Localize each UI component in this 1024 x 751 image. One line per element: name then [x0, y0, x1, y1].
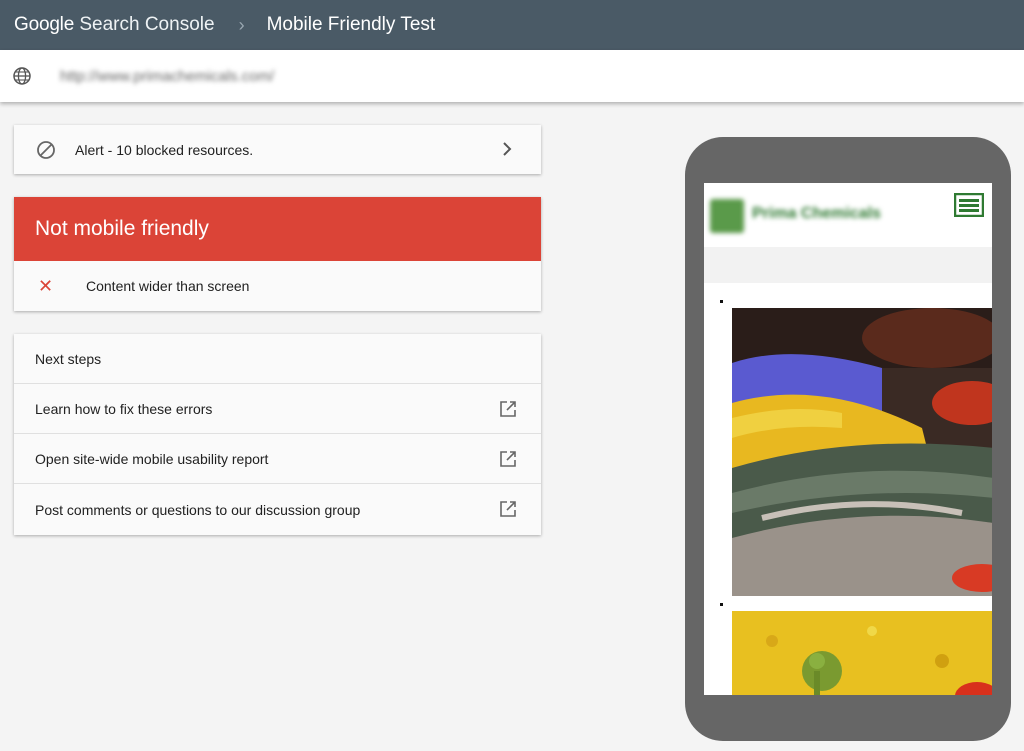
- product-photo-2: [732, 611, 992, 695]
- issue-text: Content wider than screen: [86, 278, 250, 294]
- tested-url: http://www.primachemicals.com/: [60, 67, 275, 85]
- mobile-site-header: Prima Chemicals: [704, 183, 992, 247]
- product-photo-1: [732, 308, 992, 596]
- next-step-discussion-group[interactable]: Post comments or questions to our discus…: [14, 484, 541, 535]
- blocked-icon: [37, 140, 55, 159]
- verdict-title: Not mobile friendly: [14, 197, 541, 261]
- list-bullet: [720, 300, 723, 303]
- mobile-nav-strip: [704, 247, 992, 283]
- site-logo-icon: [710, 199, 744, 233]
- globe-icon: [13, 67, 31, 85]
- next-step-label: Post comments or questions to our discus…: [35, 501, 361, 518]
- list-bullet: [720, 603, 723, 606]
- next-steps-card: Next steps Learn how to fix these errors…: [14, 334, 541, 535]
- hamburger-menu-icon: [954, 193, 984, 217]
- chevron-right-icon: [503, 142, 512, 156]
- phone-screen-preview[interactable]: Prima Chemicals: [704, 183, 992, 695]
- next-steps-heading: Next steps: [35, 350, 102, 367]
- alert-text: Alert - 10 blocked resources.: [75, 141, 254, 158]
- tested-url-bar[interactable]: http://www.primachemicals.com/: [0, 50, 1024, 102]
- brand-google: Google: [14, 14, 75, 35]
- next-step-label: Open site-wide mobile usability report: [35, 450, 269, 467]
- issue-row: ✕ Content wider than screen: [14, 261, 541, 311]
- next-step-usability-report[interactable]: Open site-wide mobile usability report: [14, 434, 541, 484]
- error-x-icon: ✕: [38, 275, 54, 296]
- brand-product: Search Console: [79, 14, 215, 35]
- verdict-card: Not mobile friendly ✕ Content wider than…: [14, 197, 541, 311]
- next-step-label: Learn how to fix these errors: [35, 400, 213, 417]
- page-title: Mobile Friendly Test: [266, 14, 436, 35]
- external-link-icon: [500, 451, 516, 467]
- breadcrumb-separator: ›: [238, 14, 245, 35]
- next-steps-title: Next steps: [14, 334, 541, 384]
- top-bar: Google Search Console › Mobile Friendly …: [0, 0, 1024, 50]
- external-link-icon: [500, 501, 516, 517]
- blocked-resources-alert[interactable]: Alert - 10 blocked resources.: [14, 125, 541, 174]
- next-step-fix-errors[interactable]: Learn how to fix these errors: [14, 384, 541, 434]
- search-console-logo[interactable]: Google Search Console: [14, 14, 215, 36]
- mobile-site-name: Prima Chemicals: [752, 205, 881, 222]
- external-link-icon: [500, 401, 516, 417]
